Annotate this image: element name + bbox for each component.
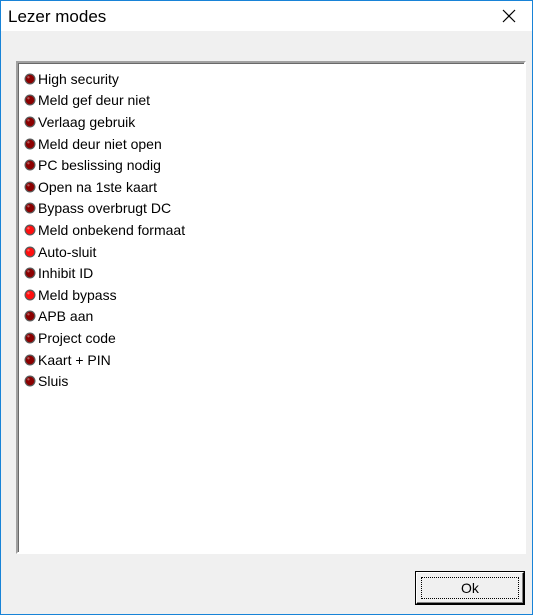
list-item[interactable]: Meld gef deur niet <box>22 90 185 112</box>
status-led-icon <box>24 224 36 236</box>
status-led-icon <box>24 138 36 150</box>
modes-list: High security Meld gef deur niet Verlaag g… <box>22 68 185 392</box>
mode-label: Sluis <box>38 373 69 390</box>
close-button[interactable] <box>486 1 532 31</box>
status-led-icon <box>24 116 36 128</box>
mode-label: Kaart + PIN <box>38 351 111 368</box>
list-item[interactable]: Auto-sluit <box>22 241 185 263</box>
mode-label: Meld deur niet open <box>38 135 162 152</box>
list-item[interactable]: Verlaag gebruik <box>22 111 185 133</box>
mode-label: High security <box>38 70 119 87</box>
list-item[interactable]: PC beslissing nodig <box>22 154 185 176</box>
status-led-icon <box>24 267 36 279</box>
mode-label: PC beslissing nodig <box>38 157 161 174</box>
mode-label: Bypass overbrugt DC <box>38 200 172 217</box>
dialog-window: Lezer modes High security Meld gef deur n… <box>0 0 533 615</box>
status-led-icon <box>24 159 36 171</box>
status-led-icon <box>24 202 36 214</box>
status-led-icon <box>24 375 36 387</box>
mode-label: APB aan <box>38 308 94 325</box>
status-led-icon <box>24 94 36 106</box>
status-led-icon <box>24 332 36 344</box>
mode-label: Auto-sluit <box>38 243 97 260</box>
mode-label: Verlaag gebruik <box>38 113 136 130</box>
list-item[interactable]: Meld onbekend formaat <box>22 219 185 241</box>
mode-label: Meld bypass <box>38 286 117 303</box>
modes-listbox[interactable]: High security Meld gef deur niet Verlaag g… <box>16 61 526 554</box>
close-icon <box>502 9 516 23</box>
status-led-icon <box>24 310 36 322</box>
status-led-icon <box>24 289 36 301</box>
ok-button-label: Ok <box>461 580 479 596</box>
list-item[interactable]: Meld deur niet open <box>22 133 185 155</box>
title-bar[interactable]: Lezer modes <box>1 1 532 31</box>
mode-label: Inhibit ID <box>38 265 94 282</box>
status-led-icon <box>24 181 36 193</box>
window-title: Lezer modes <box>8 7 107 26</box>
list-item[interactable]: Meld bypass <box>22 284 185 306</box>
ok-button[interactable]: Ok <box>416 572 524 604</box>
status-led-icon <box>24 73 36 85</box>
mode-label: Meld gef deur niet <box>38 92 151 109</box>
status-led-icon <box>24 246 36 258</box>
mode-label: Project code <box>38 329 116 346</box>
list-item[interactable]: High security <box>22 68 185 90</box>
mode-label: Meld onbekend formaat <box>38 221 186 238</box>
status-led-icon <box>24 354 36 366</box>
list-item[interactable]: Inhibit ID <box>22 262 185 284</box>
list-item[interactable]: Open na 1ste kaart <box>22 176 185 198</box>
list-item[interactable]: APB aan <box>22 306 185 328</box>
list-item[interactable]: Sluis <box>22 370 185 392</box>
list-item[interactable]: Project code <box>22 327 185 349</box>
mode-label: Open na 1ste kaart <box>38 178 158 195</box>
list-item[interactable]: Kaart + PIN <box>22 349 185 371</box>
list-item[interactable]: Bypass overbrugt DC <box>22 198 185 220</box>
